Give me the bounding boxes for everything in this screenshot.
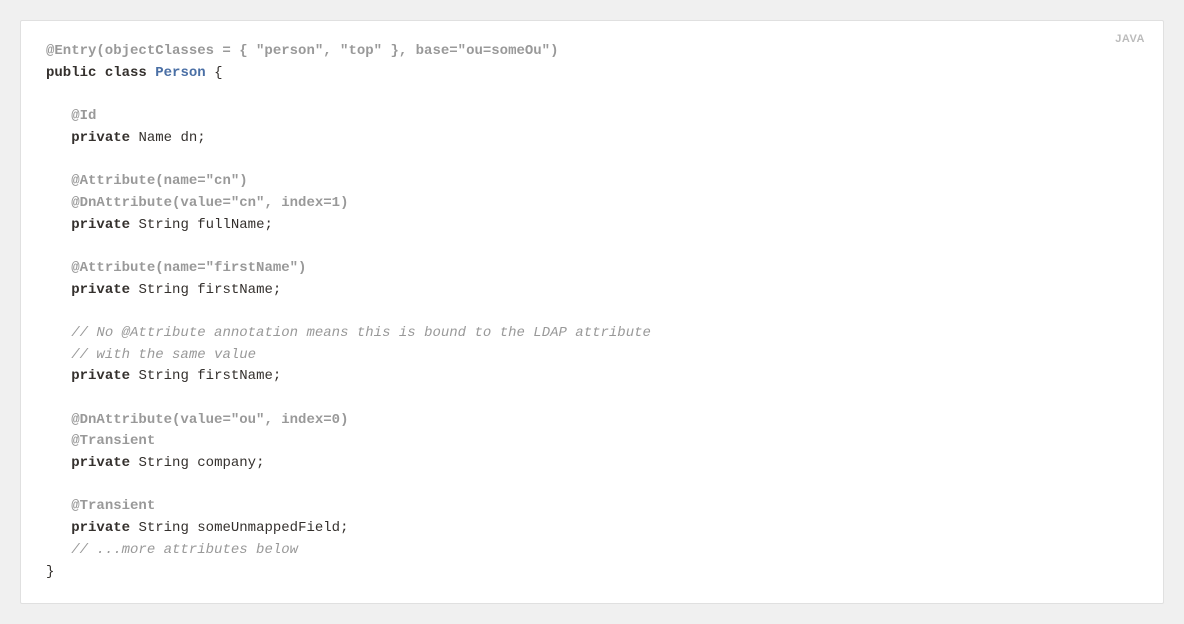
field-fullname: fullName; — [189, 217, 273, 233]
brace-open: { — [206, 65, 223, 81]
keyword-class: class — [105, 65, 147, 81]
annotation-transient: @Transient — [71, 433, 155, 449]
brace-close: } — [46, 564, 54, 580]
field-dn: dn; — [172, 130, 206, 146]
field-firstname: firstName; — [189, 282, 281, 298]
type-string: String — [138, 455, 188, 471]
type-string: String — [138, 520, 188, 536]
keyword-public: public — [46, 65, 96, 81]
annotation-dnattribute-ou: @DnAttribute(value="ou", index=0) — [71, 412, 348, 428]
type-string: String — [138, 282, 188, 298]
language-label: JAVA — [1115, 31, 1145, 48]
type-name: Name — [138, 130, 172, 146]
keyword-private: private — [71, 217, 130, 233]
keyword-private: private — [71, 368, 130, 384]
keyword-private: private — [71, 282, 130, 298]
comment-line: // No @Attribute annotation means this i… — [71, 325, 651, 341]
field-firstname2: firstName; — [189, 368, 281, 384]
annotation-entry: @Entry(objectClasses = { "person", "top"… — [46, 43, 558, 59]
keyword-private: private — [71, 520, 130, 536]
annotation-id: @Id — [71, 108, 96, 124]
field-company: company; — [189, 455, 265, 471]
annotation-attribute-firstname: @Attribute(name="firstName") — [71, 260, 306, 276]
type-string: String — [138, 368, 188, 384]
code-content: @Entry(objectClasses = { "person", "top"… — [46, 41, 1138, 583]
annotation-dnattribute-cn: @DnAttribute(value="cn", index=1) — [71, 195, 348, 211]
comment-line: // ...more attributes below — [71, 542, 298, 558]
type-string: String — [138, 217, 188, 233]
comment-line: // with the same value — [71, 347, 256, 363]
keyword-private: private — [71, 130, 130, 146]
annotation-transient: @Transient — [71, 498, 155, 514]
class-name: Person — [155, 65, 205, 81]
field-unmapped: someUnmappedField; — [189, 520, 349, 536]
keyword-private: private — [71, 455, 130, 471]
code-block: JAVA @Entry(objectClasses = { "person", … — [20, 20, 1164, 604]
annotation-attribute-cn: @Attribute(name="cn") — [71, 173, 247, 189]
